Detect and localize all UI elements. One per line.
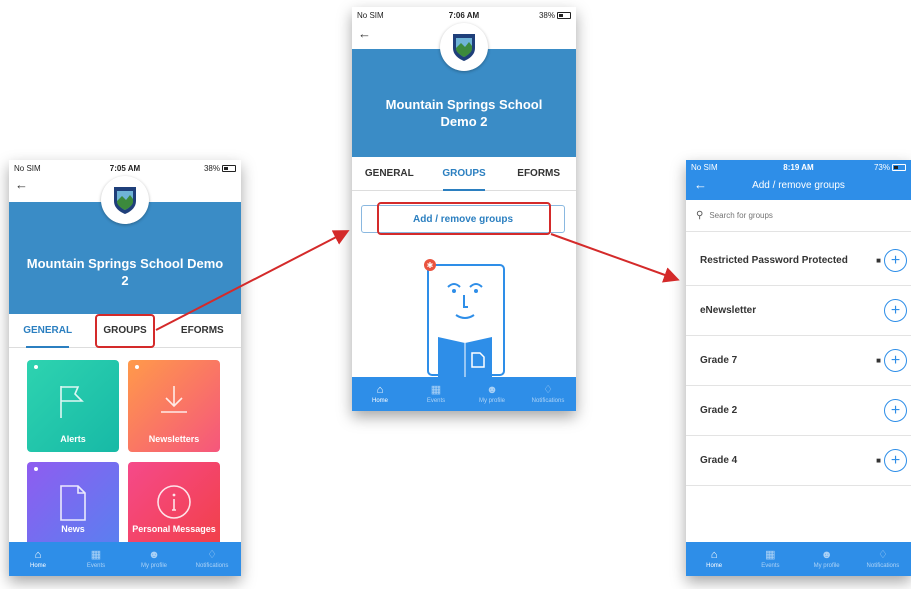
- phone-screen-groups: No SIM 7:06 AM 38% ← Mountain Springs Sc…: [352, 7, 576, 411]
- nav-events[interactable]: ▦ Events: [67, 542, 125, 576]
- bell-icon: ♢: [543, 383, 553, 396]
- nav-my-profile[interactable]: ☻ My profile: [464, 377, 520, 411]
- phone-screen-add-remove-groups: No SIM 8:19 AM 73% ← Add / remove groups…: [686, 160, 911, 576]
- nav-events[interactable]: ▦ Events: [408, 377, 464, 411]
- calendar-icon: ▦: [765, 548, 776, 561]
- tile-label: News: [61, 524, 85, 534]
- nav-my-profile[interactable]: ☻ My profile: [799, 542, 855, 576]
- profile-icon: ☻: [820, 548, 833, 561]
- tile-newsletters[interactable]: Newsletters: [128, 360, 220, 452]
- tab-bar: GENERAL GROUPS EFORMS: [352, 157, 576, 191]
- status-time: 7:05 AM: [109, 163, 141, 173]
- school-crest-logo: [101, 176, 149, 224]
- nav-home[interactable]: ⌂ Home: [352, 377, 408, 411]
- tile-label: Newsletters: [148, 434, 200, 444]
- tab-general[interactable]: GENERAL: [352, 157, 427, 190]
- tile-label: Personal Messages: [132, 524, 216, 534]
- status-time: 7:06 AM: [448, 10, 480, 20]
- tab-eforms[interactable]: EFORMS: [164, 314, 241, 347]
- list-item: Grade 7 ■ +: [686, 336, 911, 386]
- nav-my-profile[interactable]: ☻ My profile: [125, 542, 183, 576]
- search-bar[interactable]: ⚲: [686, 200, 911, 232]
- nav-events[interactable]: ▦ Events: [742, 542, 798, 576]
- bottom-navigation: ⌂ Home ▦ Events ☻ My profile ♢ Notifications: [686, 542, 911, 576]
- bottom-navigation: ⌂ Home ▦ Events ☻ My profile ♢ Notifications: [9, 542, 241, 576]
- add-group-button[interactable]: +: [884, 449, 907, 472]
- tile-news[interactable]: News: [27, 462, 119, 542]
- home-icon: ⌂: [34, 548, 42, 561]
- tile-alerts[interactable]: Alerts: [27, 360, 119, 452]
- status-bar: No SIM 7:05 AM 38%: [9, 160, 241, 176]
- nav-home[interactable]: ⌂ Home: [9, 542, 67, 576]
- flag-icon: [27, 382, 119, 420]
- list-item: Restricted Password Protected ■ +: [686, 236, 911, 286]
- group-name: Grade 4: [700, 455, 738, 466]
- add-group-button[interactable]: +: [884, 249, 907, 272]
- groups-tab-highlight: [95, 314, 155, 348]
- home-icon: ⌂: [376, 383, 384, 396]
- calendar-icon: ▦: [90, 548, 102, 561]
- add-remove-highlight: [377, 202, 551, 235]
- group-name: Grade 7: [700, 355, 738, 366]
- search-input[interactable]: [709, 211, 860, 220]
- phone-screen-general: No SIM 7:05 AM 38% ← Mountain Springs Sc…: [9, 160, 241, 576]
- battery-icon: [557, 11, 571, 19]
- document-icon: [27, 484, 119, 522]
- status-time: 8:19 AM: [783, 162, 814, 172]
- back-arrow-icon[interactable]: ←: [15, 178, 28, 191]
- tab-eforms[interactable]: EFORMS: [501, 157, 576, 190]
- school-crest-logo: [440, 23, 488, 71]
- group-name: Restricted Password Protected: [700, 255, 848, 266]
- group-name: eNewsletter: [700, 305, 757, 316]
- school-name: Mountain Springs School Demo 2: [385, 97, 543, 129]
- tab-groups[interactable]: GROUPS: [427, 157, 502, 191]
- nav-home[interactable]: ⌂ Home: [686, 542, 742, 576]
- tile-personal-messages[interactable]: Personal Messages: [128, 462, 220, 542]
- bell-icon: ♢: [207, 548, 217, 561]
- search-icon: ⚲: [696, 210, 704, 221]
- back-arrow-icon[interactable]: ←: [358, 27, 371, 40]
- add-group-button[interactable]: +: [884, 399, 907, 422]
- app-header: No SIM 8:19 AM 73% ← Add / remove groups: [686, 160, 911, 200]
- download-icon: [128, 382, 220, 418]
- bottom-navigation: ⌂ Home ▦ Events ☻ My profile ♢ Notifications: [352, 377, 576, 411]
- status-bar: No SIM 8:19 AM 73%: [686, 160, 911, 174]
- lock-icon: ■: [876, 256, 881, 265]
- list-item: Grade 4 ■ +: [686, 436, 911, 486]
- bell-icon: ♢: [877, 548, 888, 561]
- home-icon: ⌂: [710, 548, 718, 561]
- nav-notifications[interactable]: ♢ Notifications: [855, 542, 911, 576]
- battery-icon: [222, 164, 236, 172]
- group-name: Grade 2: [700, 405, 738, 416]
- lock-icon: ■: [876, 356, 881, 365]
- calendar-icon: ▦: [430, 383, 442, 396]
- profile-icon: ☻: [486, 383, 498, 396]
- tab-general[interactable]: GENERAL: [9, 314, 86, 348]
- status-bar: No SIM 7:06 AM 38%: [352, 7, 576, 23]
- school-name: Mountain Springs School Demo 2: [26, 256, 224, 288]
- empty-groups-illustration: ✱: [420, 257, 510, 385]
- profile-icon: ☻: [148, 548, 160, 561]
- list-item: eNewsletter +: [686, 286, 911, 336]
- list-item: Grade 2 +: [686, 386, 911, 436]
- add-group-button[interactable]: +: [884, 349, 907, 372]
- info-icon: [128, 484, 220, 520]
- nav-notifications[interactable]: ♢ Notifications: [183, 542, 241, 576]
- lock-icon: ■: [876, 456, 881, 465]
- svg-text:✱: ✱: [427, 261, 434, 270]
- add-group-button[interactable]: +: [884, 299, 907, 322]
- nav-notifications[interactable]: ♢ Notifications: [520, 377, 576, 411]
- battery-icon: [892, 163, 906, 171]
- page-title: Add / remove groups: [752, 180, 845, 191]
- tile-label: Alerts: [60, 434, 86, 444]
